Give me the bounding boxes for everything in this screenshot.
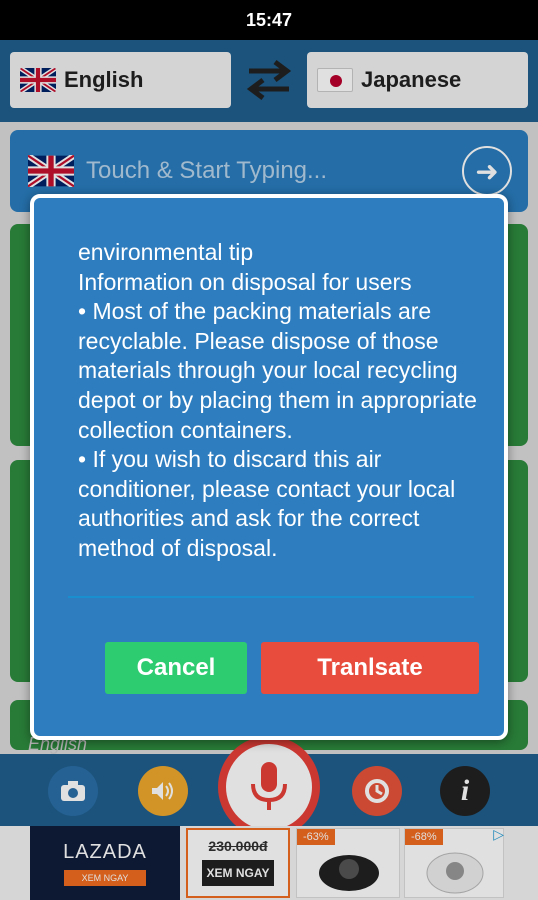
text-field-underline	[68, 596, 474, 598]
translate-button[interactable]: Tranlsate	[261, 642, 479, 694]
cancel-button[interactable]: Cancel	[105, 642, 247, 694]
status-bar: 15:47	[0, 0, 538, 40]
translation-dialog: environmental tip Information on disposa…	[30, 194, 508, 740]
dialog-text-field[interactable]: environmental tip Information on disposa…	[78, 238, 478, 564]
clock: 15:47	[245, 9, 293, 30]
